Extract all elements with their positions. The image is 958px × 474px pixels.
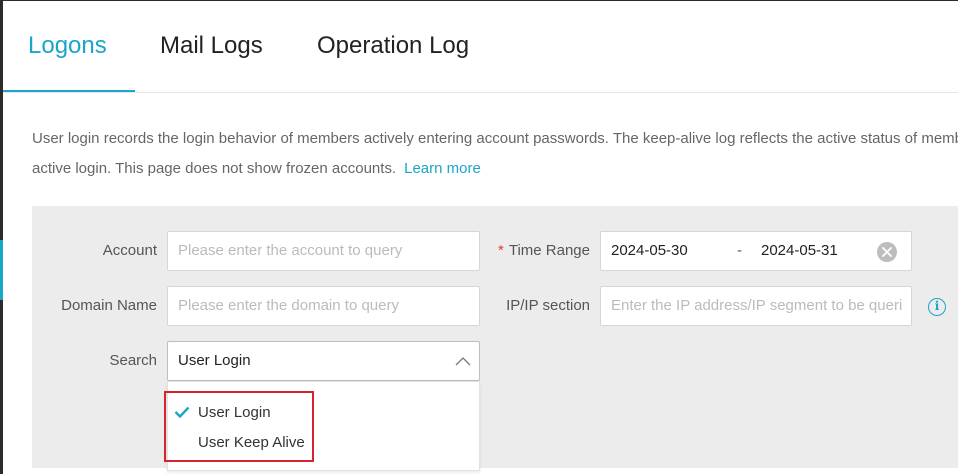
- option-user-login[interactable]: User Login: [198, 404, 271, 421]
- description-line-1: User login records the login behavior of…: [32, 130, 958, 147]
- option-user-keep-alive[interactable]: User Keep Alive: [198, 434, 305, 451]
- learn-more-link[interactable]: Learn more: [404, 160, 481, 177]
- clear-icon[interactable]: [877, 242, 897, 262]
- check-icon: [174, 406, 190, 418]
- tab-operation-log[interactable]: Operation Log: [317, 32, 469, 60]
- start-date[interactable]: 2024-05-30: [611, 242, 688, 259]
- end-date[interactable]: 2024-05-31: [761, 242, 838, 259]
- tab-mail-logs[interactable]: Mail Logs: [160, 32, 263, 60]
- search-type-select[interactable]: User Login: [167, 341, 480, 381]
- tab-logons[interactable]: Logons: [28, 32, 107, 60]
- time-range-label: * Time Range: [488, 242, 590, 259]
- left-accent-marker: [0, 240, 3, 300]
- description-line-2-text: active login. This page does not show fr…: [32, 160, 397, 177]
- tab-bar: Logons Mail Logs Operation Log: [3, 1, 958, 93]
- account-input[interactable]: Please enter the account to query: [167, 231, 480, 271]
- info-icon[interactable]: i: [928, 298, 946, 316]
- ip-input[interactable]: Enter the IP address/IP segment to be qu…: [600, 286, 912, 326]
- domain-input[interactable]: Please enter the domain to query: [167, 286, 480, 326]
- time-range-picker[interactable]: 2024-05-30 - 2024-05-31: [600, 231, 912, 271]
- search-type-dropdown: User Login User Keep Alive: [167, 381, 480, 471]
- required-mark: *: [498, 242, 504, 259]
- search-label: Search: [109, 352, 157, 369]
- ip-section-label: IP/IP section: [506, 297, 590, 314]
- active-tab-indicator: [3, 90, 135, 92]
- account-label: Account: [102, 242, 157, 259]
- description-line-2: active login. This page does not show fr…: [32, 154, 958, 184]
- chevron-up-icon: [455, 357, 471, 366]
- search-selected-value: User Login: [178, 352, 251, 369]
- page-description: User login records the login behavior of…: [32, 124, 958, 184]
- date-separator: -: [737, 242, 742, 259]
- time-range-label-text: Time Range: [508, 242, 590, 259]
- domain-name-label: Domain Name: [61, 297, 157, 314]
